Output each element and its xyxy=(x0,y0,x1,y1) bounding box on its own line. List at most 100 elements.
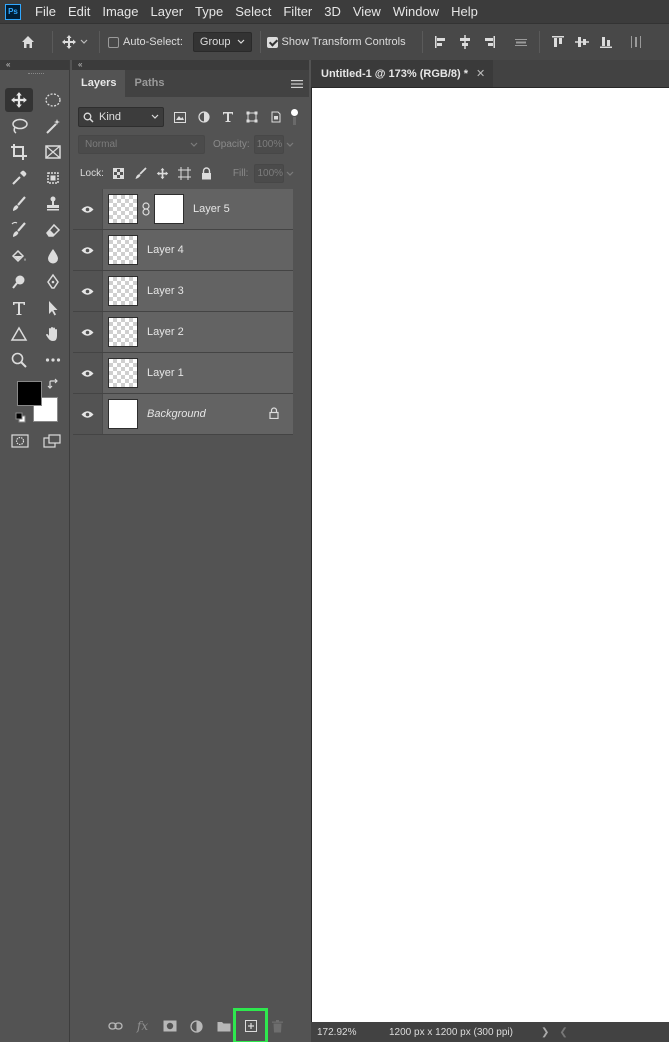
hand-tool-icon[interactable] xyxy=(39,322,67,346)
move-tool-preset-icon[interactable] xyxy=(59,28,93,56)
trash-icon[interactable] xyxy=(264,1014,291,1038)
eyedropper-icon[interactable] xyxy=(5,166,33,190)
lock-artboard-icon[interactable] xyxy=(176,165,193,182)
canvas[interactable] xyxy=(312,88,669,1022)
new-layer-button[interactable] xyxy=(233,1008,268,1042)
menu-layer[interactable]: Layer xyxy=(145,0,190,23)
fill-input[interactable]: 100% xyxy=(254,164,285,183)
status-menu-arrow-icon[interactable]: ❯ xyxy=(541,1027,549,1038)
menu-filter[interactable]: Filter xyxy=(277,0,318,23)
show-transform-control[interactable]: Show Transform Controls xyxy=(266,36,406,48)
swap-colors-icon[interactable] xyxy=(47,378,59,393)
layer-row-background[interactable]: Background xyxy=(73,394,293,435)
layer-row[interactable]: Layer 4 xyxy=(73,230,293,271)
lasso-tool-icon[interactable] xyxy=(5,114,33,138)
pixel-layer-filter-icon[interactable] xyxy=(170,107,190,127)
distribute-horizontal-icon[interactable] xyxy=(624,30,648,54)
brush-tool-icon[interactable] xyxy=(5,192,33,216)
type-tool-icon[interactable] xyxy=(5,296,33,320)
link-layers-icon[interactable] xyxy=(102,1014,129,1038)
lock-transparent-pixels-icon[interactable] xyxy=(110,165,127,182)
close-icon[interactable]: ✕ xyxy=(476,67,485,80)
eraser-tool-icon[interactable] xyxy=(39,218,67,242)
menu-window[interactable]: Window xyxy=(387,0,445,23)
auto-select-target-dropdown[interactable]: Group xyxy=(192,32,252,52)
fx-icon[interactable]: fx xyxy=(129,1014,156,1038)
blend-mode-dropdown[interactable]: Normal xyxy=(78,135,205,154)
collapse-panel-icon[interactable]: « xyxy=(72,60,309,70)
elliptical-marquee-icon[interactable] xyxy=(39,88,67,112)
layer-body[interactable]: Layer 2 xyxy=(103,312,293,352)
align-bottom-edges-icon[interactable] xyxy=(594,30,618,54)
paint-bucket-icon[interactable] xyxy=(5,244,33,268)
more-tools-icon[interactable] xyxy=(39,348,67,372)
adjustment-layer-icon[interactable] xyxy=(183,1014,210,1038)
pen-tool-icon[interactable] xyxy=(39,270,67,294)
clone-stamp-icon[interactable] xyxy=(39,192,67,216)
zoom-level[interactable]: 172.92% xyxy=(311,1027,377,1038)
menu-3d[interactable]: 3D xyxy=(318,0,347,23)
dodge-tool-icon[interactable] xyxy=(5,270,33,294)
filter-toggle-switch[interactable] xyxy=(290,107,298,127)
add-layer-mask-icon[interactable] xyxy=(156,1014,183,1038)
magic-wand-icon[interactable] xyxy=(39,114,67,138)
layer-row[interactable]: Layer 5 xyxy=(73,189,293,230)
show-transform-checkbox[interactable] xyxy=(266,36,278,48)
drag-handle[interactable] xyxy=(28,73,44,76)
zoom-tool-icon[interactable] xyxy=(5,348,33,372)
align-vertical-centers-icon[interactable] xyxy=(570,30,594,54)
layer-body[interactable]: Layer 4 xyxy=(103,230,293,270)
menu-edit[interactable]: Edit xyxy=(62,0,96,23)
scroll-left-icon[interactable]: ❮ xyxy=(559,1027,567,1038)
eye-icon[interactable] xyxy=(73,271,103,311)
eye-icon[interactable] xyxy=(73,230,103,270)
opacity-input[interactable]: 100% xyxy=(253,135,284,154)
layer-body[interactable]: Background xyxy=(103,394,293,434)
menu-file[interactable]: File xyxy=(29,0,62,23)
menu-image[interactable]: Image xyxy=(96,0,144,23)
smart-object-filter-icon[interactable] xyxy=(266,107,286,127)
content-aware-tool-icon[interactable] xyxy=(39,166,67,190)
lock-all-icon[interactable] xyxy=(198,165,215,182)
home-icon[interactable] xyxy=(10,28,46,56)
layer-row[interactable]: Layer 1 xyxy=(73,353,293,394)
eye-icon[interactable] xyxy=(73,189,103,229)
frame-tool-icon[interactable] xyxy=(39,140,67,164)
auto-select-checkbox[interactable] xyxy=(108,36,119,48)
eye-icon[interactable] xyxy=(73,312,103,352)
menu-view[interactable]: View xyxy=(347,0,387,23)
eye-icon[interactable] xyxy=(73,394,103,434)
align-horizontal-centers-icon[interactable] xyxy=(453,30,477,54)
document-tab[interactable]: Untitled-1 @ 173% (RGB/8) * ✕ xyxy=(311,60,494,87)
tab-paths[interactable]: Paths xyxy=(125,70,173,97)
chain-link-icon[interactable] xyxy=(141,202,151,216)
panel-menu-icon[interactable] xyxy=(291,79,303,92)
path-selection-icon[interactable] xyxy=(39,296,67,320)
menu-help[interactable]: Help xyxy=(445,0,484,23)
shape-layer-filter-icon[interactable] xyxy=(242,107,262,127)
layer-body[interactable]: Layer 5 xyxy=(103,189,293,229)
adjustment-layer-filter-icon[interactable] xyxy=(194,107,214,127)
default-colors-icon[interactable] xyxy=(15,412,26,426)
menu-select[interactable]: Select xyxy=(229,0,277,23)
auto-select-control[interactable]: Auto-Select: xyxy=(108,36,183,48)
folder-icon[interactable] xyxy=(210,1014,237,1038)
crop-tool-icon[interactable] xyxy=(5,140,33,164)
screen-mode-icon[interactable] xyxy=(42,432,62,450)
menu-type[interactable]: Type xyxy=(189,0,229,23)
align-left-edges-icon[interactable] xyxy=(429,30,453,54)
blur-tool-icon[interactable] xyxy=(39,244,67,268)
shape-tool-icon[interactable] xyxy=(5,322,33,346)
type-layer-filter-icon[interactable] xyxy=(218,107,238,127)
foreground-color-swatch[interactable] xyxy=(17,381,42,406)
layer-row[interactable]: Layer 2 xyxy=(73,312,293,353)
move-tool-icon[interactable] xyxy=(5,88,33,112)
quick-mask-icon[interactable] xyxy=(10,432,30,450)
lock-image-pixels-icon[interactable] xyxy=(132,165,149,182)
layer-mask-thumbnail[interactable] xyxy=(154,194,184,224)
layer-row[interactable]: Layer 3 xyxy=(73,271,293,312)
align-right-edges-icon[interactable] xyxy=(477,30,501,54)
filter-kind-dropdown[interactable]: Kind xyxy=(78,107,164,127)
history-brush-icon[interactable] xyxy=(5,218,33,242)
collapse-toolbar-icon[interactable]: « xyxy=(0,60,69,70)
